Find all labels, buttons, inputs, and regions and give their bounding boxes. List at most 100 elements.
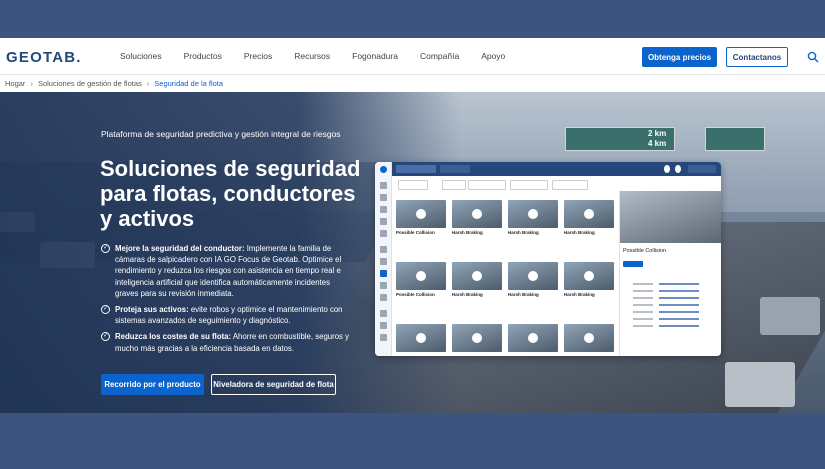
nav-item-recursos[interactable]: Recursos: [294, 51, 330, 61]
mock-video-tile: Harsh Braking: [452, 262, 502, 297]
mock-video-tile: Harsh Braking: [564, 200, 614, 235]
mock-sidebar: [375, 162, 392, 356]
product-tour-button[interactable]: Recorrido por el producto: [101, 374, 204, 395]
mock-nav-icon: [380, 282, 387, 289]
mock-detail-video: [620, 191, 721, 243]
mock-tile-caption: Harsh Braking: [452, 230, 483, 235]
mock-nav-icon: [380, 294, 387, 301]
hero-title: Soluciones de seguridad para flotas, con…: [100, 156, 361, 231]
mock-tile-caption: Harsh Braking: [564, 292, 595, 297]
top-band: [0, 0, 825, 38]
mock-tile-caption: Harsh Braking: [564, 230, 595, 235]
fleet-safety-grader-button[interactable]: Niveladora de seguridad de flota: [211, 374, 336, 395]
breadcrumb: Hogar › Soluciones de gestión de flotas …: [0, 75, 825, 92]
mock-tile-caption: Harsh Braking: [508, 230, 539, 235]
mock-nav-icon: [380, 182, 387, 189]
mock-video-thumbnail: [396, 324, 446, 352]
nav-item-productos[interactable]: Productos: [184, 51, 222, 61]
mock-date-filter: [442, 180, 466, 190]
mock-video-thumbnail: [508, 262, 558, 290]
mock-tile-caption: Harsh Braking: [508, 292, 539, 297]
hero-car: [760, 297, 820, 335]
play-icon: [416, 271, 426, 281]
road-sign: [705, 127, 765, 151]
play-icon: [584, 333, 594, 343]
mock-group-filter: [396, 165, 436, 173]
check-circle-icon: ✓: [101, 244, 110, 253]
mock-exceptions-filter: [552, 180, 588, 190]
mock-notification-icon: [675, 165, 681, 173]
play-icon: [528, 333, 538, 343]
contact-us-button[interactable]: Contactanos: [726, 47, 788, 67]
get-pricing-button[interactable]: Obtenga precios: [642, 47, 717, 67]
mock-topbar: [392, 162, 721, 176]
geotab-logo[interactable]: GEOTAB.: [6, 49, 82, 66]
nav-item-compania[interactable]: Compañía: [420, 51, 459, 61]
nav-links: Soluciones Productos Precios Recursos Fo…: [120, 51, 527, 61]
mock-help-icon: [664, 165, 670, 173]
mock-events-filter: [468, 180, 506, 190]
play-icon: [472, 209, 482, 219]
mock-sort-filter: [398, 180, 428, 190]
hero-bullet-driver-safety: ✓ Mejore la seguridad del conductor: Imp…: [101, 243, 353, 299]
mock-video-tile: [564, 324, 614, 352]
mock-tile-caption: Harsh Braking: [452, 292, 483, 297]
mock-video-tile: [452, 324, 502, 352]
mock-detail-row: [623, 316, 718, 322]
mock-video-thumbnail: [452, 262, 502, 290]
chevron-right-icon: ›: [146, 79, 150, 88]
hero-car: [725, 362, 795, 407]
mock-video-thumbnail: [396, 200, 446, 228]
mock-drivers-filter: [510, 180, 548, 190]
breadcrumb-fleet-management[interactable]: Soluciones de gestión de flotas: [38, 79, 142, 88]
mock-video-tile: Harsh Braking: [452, 200, 502, 235]
mock-nav-icon: [380, 310, 387, 317]
mock-groups-label: [440, 165, 470, 173]
nav-item-fogonadura[interactable]: Fogonadura: [352, 51, 398, 61]
play-icon: [584, 271, 594, 281]
mock-video-tile: Possible Collision: [396, 200, 446, 235]
hero-eyebrow: Plataforma de seguridad predictiva y ges…: [101, 129, 341, 139]
search-icon[interactable]: [807, 51, 819, 63]
chevron-right-icon: ›: [30, 79, 33, 88]
mock-nav-icon: [380, 258, 387, 265]
play-icon: [528, 209, 538, 219]
mock-detail-row: [623, 295, 718, 301]
mock-detail-button: [623, 261, 643, 267]
mock-tile-caption: Possible Collision: [396, 230, 435, 235]
check-circle-icon: ✓: [101, 305, 110, 315]
breadcrumb-current: Seguridad de la flota: [154, 79, 224, 88]
check-circle-icon: ✓: [101, 332, 110, 342]
mock-video-thumbnail: [508, 324, 558, 352]
play-icon: [416, 209, 426, 219]
play-icon: [472, 333, 482, 343]
play-icon: [472, 271, 482, 281]
breadcrumb-home[interactable]: Hogar: [5, 79, 25, 88]
mock-detail-row: [623, 281, 718, 287]
road-sign-text: 2 km 4 km: [648, 129, 667, 148]
mock-video-thumbnail: [396, 262, 446, 290]
mock-nav-icon: [380, 194, 387, 201]
mock-video-tile: [396, 324, 446, 352]
mock-video-tile: Possible Collision: [396, 262, 446, 297]
mock-video-tile: Harsh Braking: [508, 262, 558, 297]
mock-video-thumbnail: [564, 200, 614, 228]
nav-item-soluciones[interactable]: Soluciones: [120, 51, 162, 61]
hero-bullet-cost-reduction: ✓ Reduzca los costes de su flota: Ahorre…: [101, 331, 353, 353]
mock-nav-icon: [380, 270, 387, 277]
nav-item-precios[interactable]: Precios: [244, 51, 272, 61]
bottom-band: [0, 413, 825, 469]
nav-item-apoyo[interactable]: Apoyo: [481, 51, 505, 61]
mock-video-tile: Harsh Braking: [508, 200, 558, 235]
hero-bullet-asset-protection: ✓ Proteja sus activos: evite robos y opt…: [101, 304, 353, 326]
play-icon: [416, 333, 426, 343]
mock-video-thumbnail: [564, 324, 614, 352]
mock-video-thumbnail: [564, 262, 614, 290]
play-icon: [528, 271, 538, 281]
mock-detail-row: [623, 309, 718, 315]
hero-bullets: ✓ Mejore la seguridad del conductor: Imp…: [101, 243, 353, 359]
mock-nav-icon: [380, 246, 387, 253]
mock-video-thumbnail: [452, 200, 502, 228]
bullet-heading: Mejore la seguridad del conductor:: [115, 244, 245, 253]
mock-detail-panel: Possible Collision: [619, 191, 721, 356]
